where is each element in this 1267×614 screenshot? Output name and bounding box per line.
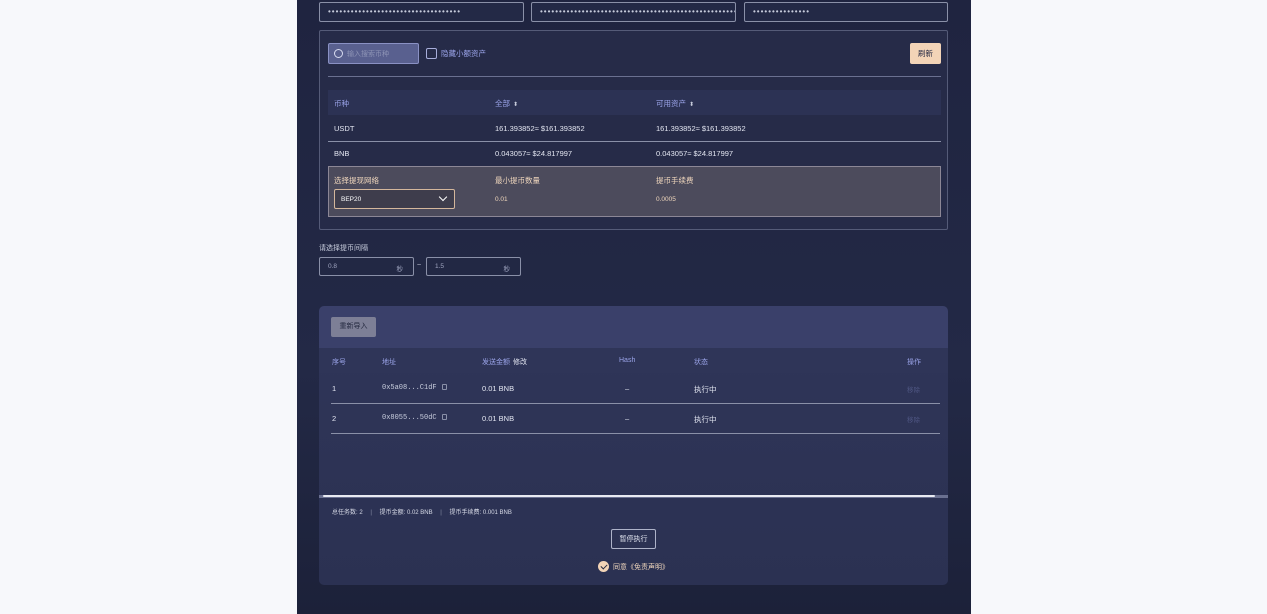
row-hash: – [625,384,630,393]
sort-icon: ⬍ [513,102,519,108]
key-input-3[interactable]: ••••••••••••••• [744,2,948,22]
header-amount-label: 发送金额 [482,359,510,366]
search-icon [334,49,343,58]
summary-separator: | [370,510,372,516]
summary-fee-value: 0.001 BNB [482,510,512,516]
tasks-table-header: 序号 地址 发送金额 修改 Hash 状态 操作 [319,348,948,373]
row-index: 2 [332,414,337,423]
header-coin: 币种 [334,99,349,108]
row-coin: USDT [334,124,355,133]
interval-to-value: 1.5 [435,263,445,270]
search-input[interactable]: 输入搜索币种 [328,43,419,64]
row-hash: – [625,414,630,423]
summary-total-label: 总任务数: [332,510,358,516]
interval-separator: ~ [417,262,422,269]
interval-from-value: 0.8 [328,263,338,270]
task-summary: 总任务数: 2 | 提币金额: 0.02 BNB | 提币手续费: 0.001 … [332,507,512,516]
header-index: 序号 [332,359,346,366]
copy-icon[interactable] [441,414,447,421]
remove-button[interactable]: 移除 [907,384,920,394]
row-address-text: 0x5a08...C1dF [382,384,437,392]
divider [328,76,941,77]
header-address: 地址 [382,359,396,366]
header-total-label: 全部 [495,99,510,108]
interval-unit: 秒 [396,266,404,273]
copy-icon[interactable] [441,384,447,391]
row-amount: 0.01 BNB [482,414,515,423]
network-select[interactable]: BEP20 [334,189,455,209]
min-withdraw-value: 0.01 [495,196,508,203]
key-input-2[interactable]: ••••••••••••••••••••••••••••••••••••••••… [531,2,736,22]
header-action: 操作 [907,359,921,366]
reimport-button[interactable]: 重新导入 [331,317,376,337]
assets-table-header: 币种 全部 ⬍ 可用资产 ⬍ [328,90,941,115]
header-hash: Hash [619,357,636,364]
row-divider [331,433,940,434]
scrollbar-thumb[interactable] [323,495,935,497]
table-row: 1 0x5a08...C1dF 0.01 BNB – 执行中 移除 [319,373,948,403]
interval-from-input[interactable]: 0.8 秒 [319,257,414,276]
remove-button[interactable]: 移除 [907,414,920,424]
tasks-panel: 重新导入 序号 地址 发送金额 修改 Hash 状态 操作 1 0x5a08...… [319,306,948,585]
row-available: 0.043057≈ $24.817997 [656,149,734,158]
row-status: 执行中 [694,415,717,424]
refresh-button[interactable]: 刷新 [910,43,941,64]
interval-unit: 秒 [503,266,511,273]
interval-label: 请选择提币间隔 [319,245,368,252]
check-circle-icon [598,561,609,572]
table-row: 2 0x8055...50dC 0.01 BNB – 执行中 移除 [319,403,948,433]
row-total: 161.393852≈ $161.393852 [495,124,585,133]
header-status: 状态 [694,359,708,366]
header-amount: 发送金额 修改 [482,357,527,367]
network-select-label: 选择提现网络 [334,176,379,185]
summary-separator: | [440,510,442,516]
summary-total-value: 2 [359,510,363,516]
interval-to-input[interactable]: 1.5 秒 [426,257,521,276]
row-amount: 0.01 BNB [482,384,515,393]
row-divider [328,141,941,142]
main-panel: ••••••••••••••••••••••••••••••••••• ••••… [297,0,971,614]
row-total: 0.043057≈ $24.817997 [495,149,573,158]
search-placeholder: 输入搜索币种 [347,51,389,58]
row-coin: BNB [334,149,350,158]
row-status: 执行中 [694,385,717,394]
header-total[interactable]: 全部 ⬍ [495,98,518,109]
hide-small-label[interactable]: 隐藏小额资产 [441,48,486,59]
network-panel: 选择提现网络 最小提币数量 提币手续费 BEP20 0.01 0.0005 [328,166,941,217]
pause-button[interactable]: 暂停执行 [611,529,656,549]
withdraw-fee-value: 0.0005 [656,196,676,203]
network-selected-value: BEP20 [341,196,362,203]
row-address-text: 0x8055...50dC [382,414,437,422]
sort-icon: ⬍ [689,102,695,108]
row-index: 1 [332,384,337,393]
summary-amount-value: 0.02 BNB [406,510,433,516]
agree-label[interactable]: 同意《免责声明》 [613,562,669,572]
row-available: 161.393852≈ $161.393852 [656,124,746,133]
hide-small-checkbox[interactable] [426,48,437,59]
assets-panel: 输入搜索币种 隐藏小额资产 刷新 币种 全部 ⬍ 可用资产 ⬍ USDT 161.3… [319,30,948,230]
header-available[interactable]: 可用资产 ⬍ [656,98,694,109]
key-input-1[interactable]: ••••••••••••••••••••••••••••••••••• [319,2,524,22]
summary-fee-label: 提币手续费: [449,510,482,516]
min-withdraw-label: 最小提币数量 [495,176,540,185]
summary-amount-label: 提币金额: [379,510,406,516]
chevron-down-icon [438,192,448,202]
row-address: 0x8055...50dC [382,414,447,422]
amount-edit-link[interactable]: 修改 [513,359,527,366]
withdraw-fee-label: 提币手续费 [656,176,694,185]
row-address: 0x5a08...C1dF [382,384,447,392]
header-available-label: 可用资产 [656,99,686,108]
